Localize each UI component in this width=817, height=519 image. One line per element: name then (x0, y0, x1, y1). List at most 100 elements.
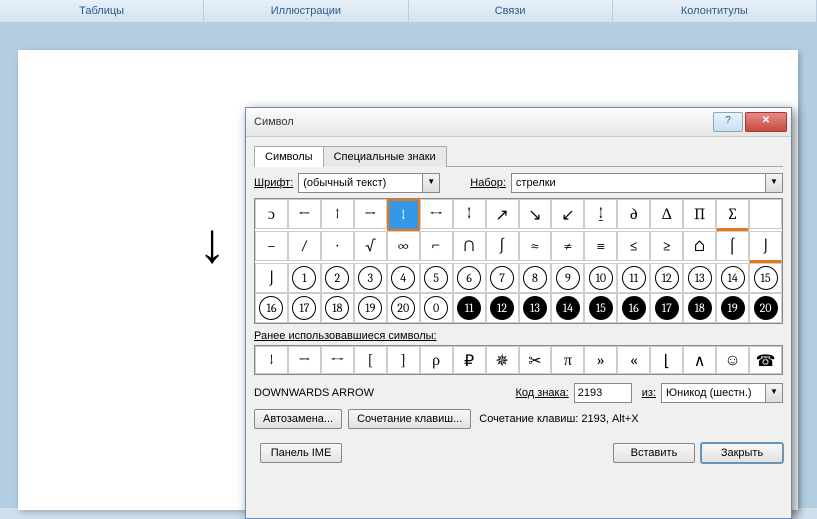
chevron-down-icon[interactable]: ▼ (765, 384, 782, 402)
recent-symbol-cell[interactable]: ρ (420, 346, 453, 374)
recent-symbol-cell[interactable]: ↓ (255, 346, 288, 374)
symbol-cell[interactable]: 13 (683, 263, 716, 293)
recent-symbol-cell[interactable]: ↔ (321, 346, 354, 374)
code-input[interactable]: 2193 (574, 383, 632, 403)
symbol-cell[interactable]: 18 (683, 293, 716, 323)
close-icon[interactable]: ✕ (745, 112, 787, 132)
symbol-cell[interactable]: 4 (387, 263, 420, 293)
recent-symbol-cell[interactable]: π (551, 346, 584, 374)
symbol-cell[interactable]: ↨ (584, 199, 617, 229)
chevron-down-icon[interactable]: ▼ (422, 174, 439, 192)
symbol-cell[interactable]: 13 (519, 293, 552, 323)
help-button[interactable]: ? (713, 112, 743, 132)
symbol-cell[interactable]: 10 (584, 263, 617, 293)
symbol-cell[interactable]: 12 (650, 263, 683, 293)
autocorrect-button[interactable]: Автозамена... (254, 409, 342, 429)
ime-button[interactable]: Панель IME (260, 443, 342, 463)
symbol-cell[interactable]: ← (288, 199, 321, 229)
symbol-cell[interactable]: ∞ (387, 231, 420, 261)
symbol-cell[interactable]: 16 (617, 293, 650, 323)
symbol-cell[interactable]: ∕ (288, 231, 321, 261)
symbol-cell[interactable]: 5 (420, 263, 453, 293)
recent-symbol-cell[interactable]: [ (354, 346, 387, 374)
symbol-cell[interactable]: ⌐ (420, 231, 453, 261)
symbol-cell[interactable]: 11 (453, 293, 486, 323)
symbol-cell[interactable]: Δ (650, 199, 683, 229)
recent-symbol-cell[interactable]: ✂ (519, 346, 552, 374)
symbol-cell[interactable]: ≡ (584, 231, 617, 261)
recent-symbol-cell[interactable]: ] (387, 346, 420, 374)
symbol-cell[interactable]: 3 (354, 263, 387, 293)
symbol-cell[interactable]: → (354, 199, 387, 229)
symbol-cell[interactable]: ↘ (519, 199, 552, 229)
recent-symbol-cell[interactable]: « (617, 346, 650, 374)
symbol-cell[interactable]: ∂ (617, 199, 650, 229)
symbol-cell[interactable]: − (255, 231, 288, 261)
symbol-cell[interactable]: ≈ (519, 231, 552, 261)
symbol-cell[interactable]: ↑ (321, 199, 354, 229)
recent-symbol-cell[interactable]: » (584, 346, 617, 374)
ribbon-group-tables[interactable]: Таблицы (0, 0, 204, 22)
symbol-cell[interactable]: ≥ (650, 231, 683, 261)
from-combo[interactable]: Юникод (шестн.) ▼ (661, 383, 783, 403)
symbol-cell[interactable]: ↗ (486, 199, 519, 229)
symbol-cell[interactable]: 16 (255, 293, 288, 323)
symbol-cell[interactable]: ↕ (453, 199, 486, 229)
symbol-cell[interactable]: ⌡ (255, 263, 288, 293)
symbol-cell[interactable]: ∫ (486, 231, 519, 261)
tab-special-chars[interactable]: Специальные знаки (323, 146, 447, 167)
close-button[interactable]: Закрыть (701, 443, 783, 463)
chevron-down-icon[interactable]: ▼ (765, 174, 782, 192)
recent-symbol-cell[interactable]: ✵ (486, 346, 519, 374)
symbol-cell[interactable]: 14 (716, 263, 749, 293)
font-combo[interactable]: (обычный текст) ▼ (298, 173, 440, 193)
recent-symbol-cell[interactable]: → (288, 346, 321, 374)
recent-symbol-cell[interactable]: ☎ (749, 346, 782, 374)
symbol-cell[interactable]: 20 (387, 293, 420, 323)
symbol-cell[interactable]: 9 (551, 263, 584, 293)
symbol-cell[interactable]: ⌠ (716, 231, 749, 261)
symbol-cell[interactable]: 20 (749, 293, 782, 323)
symbol-cell[interactable]: 14 (551, 293, 584, 323)
tab-symbols[interactable]: Символы (254, 146, 324, 167)
symbol-cell[interactable]: 12 (486, 293, 519, 323)
symbol-cell[interactable]: ∏ (683, 199, 716, 229)
symbol-cell[interactable]: ⌡ (749, 231, 782, 263)
recent-symbol-cell[interactable]: ∧ (683, 346, 716, 374)
symbol-cell[interactable]: ↔ (420, 199, 453, 229)
recent-symbol-cell[interactable]: ☺ (716, 346, 749, 374)
symbol-cell[interactable]: ɔ (255, 199, 288, 229)
symbol-cell[interactable]: ∙ (321, 231, 354, 261)
symbol-cell[interactable]: ↙ (551, 199, 584, 229)
symbol-cell[interactable]: 17 (288, 293, 321, 323)
symbol-cell[interactable]: 15 (584, 293, 617, 323)
shortcut-button[interactable]: Сочетание клавиш... (348, 409, 471, 429)
ribbon-group-illustrations[interactable]: Иллюстрации (204, 0, 408, 22)
symbol-cell[interactable]: 2 (321, 263, 354, 293)
symbol-cell[interactable]: 15 (749, 263, 782, 293)
symbol-cell[interactable]: 7 (486, 263, 519, 293)
symbol-cell[interactable]: 17 (650, 293, 683, 323)
symbol-cell[interactable]: 1 (288, 263, 321, 293)
ribbon-group-headers[interactable]: Колонтитулы (613, 0, 817, 22)
symbol-cell[interactable]: ↓ (387, 199, 420, 231)
symbol-cell[interactable]: 18 (321, 293, 354, 323)
recent-symbol-cell[interactable]: ⌊ (650, 346, 683, 374)
symbol-cell[interactable]: ≠ (551, 231, 584, 261)
symbol-cell[interactable]: √ (354, 231, 387, 261)
symbol-cell[interactable]: ≤ (617, 231, 650, 261)
ribbon-group-links[interactable]: Связи (409, 0, 613, 22)
symbol-cell[interactable]: 11 (617, 263, 650, 293)
symbol-cell[interactable]: 19 (354, 293, 387, 323)
symbol-cell[interactable]: ∩ (453, 231, 486, 261)
symbol-cell[interactable]: 6 (453, 263, 486, 293)
symbol-cell[interactable]: 8 (519, 263, 552, 293)
set-combo[interactable]: стрелки ▼ (511, 173, 783, 193)
symbol-cell[interactable]: 19 (716, 293, 749, 323)
symbol-cell[interactable] (749, 199, 782, 229)
symbol-cell[interactable]: 0 (420, 293, 453, 323)
recent-symbol-cell[interactable]: ₽ (453, 346, 486, 374)
insert-button[interactable]: Вставить (613, 443, 695, 463)
symbol-cell[interactable]: ⌂ (683, 231, 716, 261)
symbol-cell[interactable]: ∑ (716, 199, 749, 231)
